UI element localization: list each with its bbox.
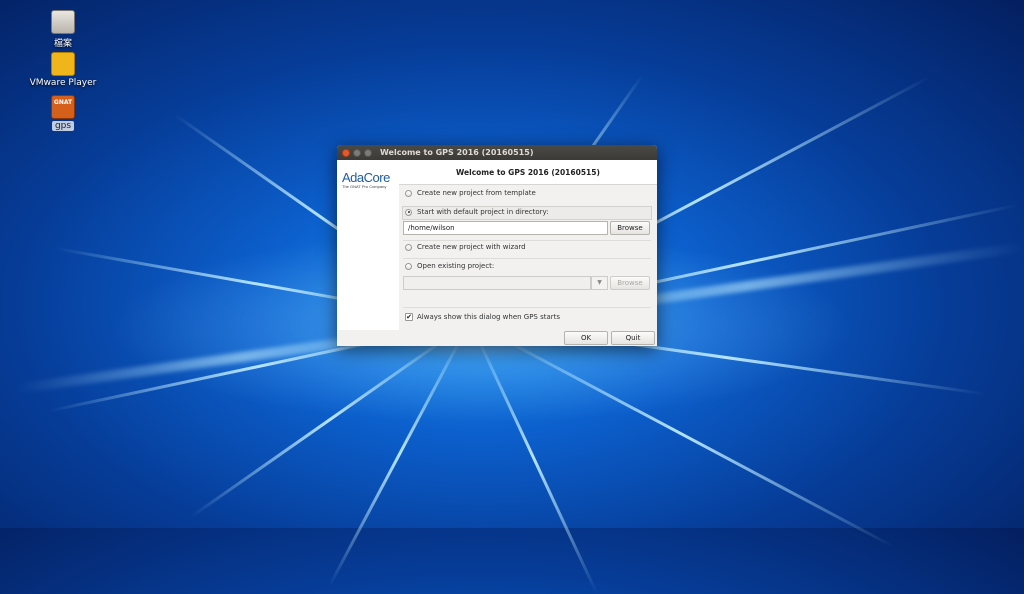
adacore-logo: AdaCore	[342, 170, 390, 185]
dialog-header: Welcome to GPS 2016 (20160515)	[399, 160, 657, 185]
radio-button[interactable]	[405, 243, 412, 251]
radio-button-selected[interactable]	[405, 208, 412, 216]
option-label: Start with default project in directory:	[417, 208, 549, 216]
logo-tagline: The GNAT Pro Company	[342, 184, 387, 189]
option-label: Create new project from template	[417, 189, 536, 197]
desktop-icon-label: VMware Player	[29, 78, 97, 88]
chevron-down-icon[interactable]: ▼	[591, 276, 608, 290]
browse-existing-button[interactable]: Browse	[610, 276, 650, 290]
ok-button[interactable]: OK	[564, 331, 608, 345]
vmware-icon	[51, 52, 75, 76]
quit-button[interactable]: Quit	[611, 331, 655, 345]
gnat-icon: GNAT	[51, 95, 75, 119]
option-existing-project[interactable]: Open existing project:	[405, 262, 494, 270]
desktop-icon-label: 檔案	[53, 39, 72, 49]
window-titlebar[interactable]: Welcome to GPS 2016 (20160515)	[337, 145, 657, 160]
directory-input[interactable]: /home/wilson	[403, 221, 608, 235]
button-bar: OK Quit	[337, 330, 657, 346]
divider	[403, 307, 651, 308]
desktop-icon-label: gps	[51, 121, 75, 131]
always-show-checkbox-row[interactable]: ✔ Always show this dialog when GPS start…	[405, 313, 560, 321]
desktop-icon-vmware[interactable]: VMware Player	[23, 52, 103, 88]
maximize-icon[interactable]	[364, 148, 372, 157]
always-show-label: Always show this dialog when GPS starts	[417, 313, 561, 321]
welcome-dialog: Welcome to GPS 2016 (20160515) AdaCore T…	[337, 145, 657, 346]
option-default-project[interactable]: Start with default project in directory:	[405, 208, 549, 216]
option-label: Create new project with wizard	[417, 243, 526, 251]
existing-project-combo[interactable]	[403, 276, 591, 290]
minimize-icon[interactable]	[353, 148, 361, 157]
desktop-icon-files[interactable]: 檔案	[23, 10, 103, 49]
window-title: Welcome to GPS 2016 (20160515)	[380, 148, 534, 157]
option-template[interactable]: Create new project from template	[405, 189, 536, 197]
divider	[403, 258, 651, 259]
divider	[403, 240, 651, 241]
checkbox-checked-icon[interactable]: ✔	[405, 313, 413, 321]
radio-button[interactable]	[405, 262, 412, 270]
option-label: Open existing project:	[417, 262, 495, 270]
files-icon	[51, 10, 75, 34]
radio-button[interactable]	[405, 189, 412, 197]
browse-button[interactable]: Browse	[610, 221, 650, 235]
close-icon[interactable]	[342, 148, 350, 157]
option-wizard[interactable]: Create new project with wizard	[405, 243, 526, 251]
desktop-icon-gps[interactable]: GNAT gps	[23, 95, 103, 131]
logo-panel: AdaCore The GNAT Pro Company	[337, 160, 399, 330]
header-title: Welcome to GPS 2016 (20160515)	[456, 168, 600, 177]
